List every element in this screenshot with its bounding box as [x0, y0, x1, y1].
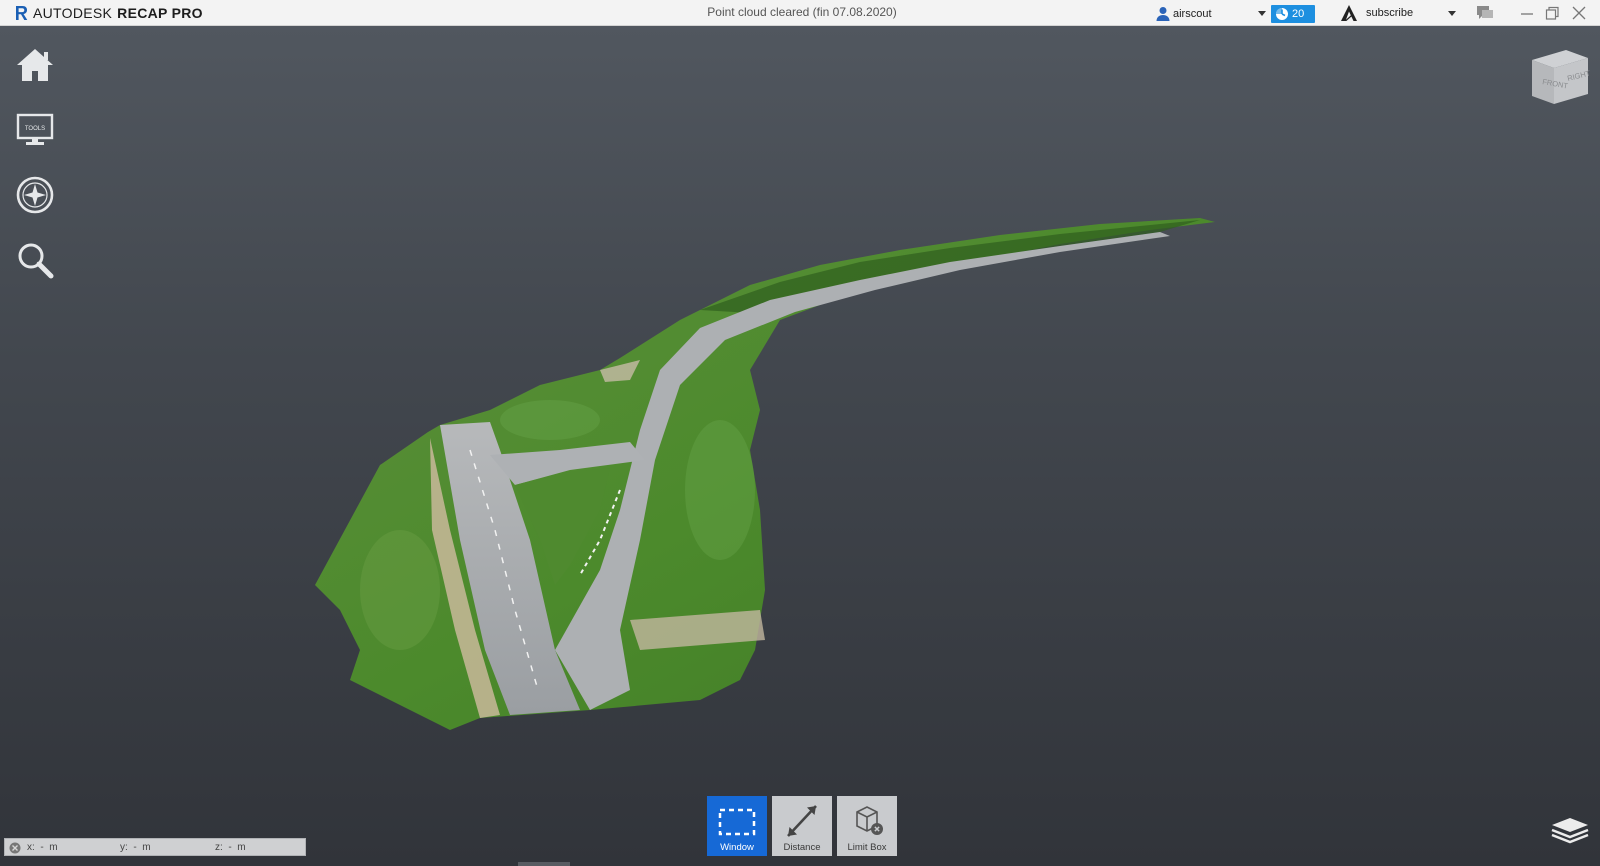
company-name: AUTODESK — [33, 5, 113, 21]
grass-highlight — [685, 420, 755, 560]
home-button[interactable] — [12, 42, 58, 88]
grass-highlight — [360, 530, 440, 650]
window-select-tool[interactable]: Window — [707, 796, 767, 856]
user-icon — [1156, 7, 1170, 21]
navigation-compass-icon — [16, 176, 54, 214]
subscribe-menu[interactable]: subscribe — [1340, 5, 1413, 21]
distance-label: Distance — [783, 842, 821, 853]
subscribe-label: subscribe — [1366, 7, 1414, 19]
taskbar-indicator — [518, 862, 570, 866]
recap-logo-icon — [16, 6, 28, 20]
subscribe-dropdown-arrow-icon[interactable] — [1448, 11, 1456, 16]
viewcube[interactable]: FRONT RIGHT — [1528, 44, 1590, 106]
home-icon — [17, 49, 53, 81]
coordinate-readout: x: - m y: - m z: - m — [4, 838, 306, 856]
limit-box-tool[interactable]: Limit Box — [837, 796, 897, 856]
restore-icon[interactable] — [1543, 4, 1561, 22]
user-name: airscout — [1173, 7, 1212, 20]
left-toolbar: TOOLS — [12, 42, 58, 302]
search-button[interactable] — [12, 237, 58, 283]
close-icon[interactable] — [1570, 4, 1588, 22]
limit-box-icon — [856, 806, 883, 835]
autodesk-a-icon — [1341, 5, 1357, 21]
navigation-button[interactable] — [12, 172, 58, 218]
display-tools-icon: TOOLS — [16, 113, 54, 145]
product-name: RECAP PRO — [117, 5, 203, 21]
coordinate-x: x: - m — [27, 842, 58, 853]
distance-tool[interactable]: Distance — [772, 796, 832, 856]
grass-highlight — [500, 400, 600, 440]
limit-box-label: Limit Box — [847, 842, 887, 853]
coordinate-z: z: - m — [215, 842, 246, 853]
user-account[interactable]: airscout — [1156, 6, 1212, 21]
document-title: Point cloud cleared (fin 07.08.2020) — [707, 5, 897, 19]
window-select-icon — [718, 808, 756, 836]
chat-icon[interactable] — [1476, 4, 1494, 22]
title-bar: AUTODESK RECAP PRO Point cloud cleared (… — [0, 0, 1600, 26]
layers-icon[interactable] — [1548, 810, 1592, 846]
distance-measure-icon — [787, 805, 817, 837]
trial-days-badge[interactable]: 20 — [1271, 5, 1315, 23]
bottom-toolbar: Window Distance Limit Box — [707, 796, 897, 856]
app-brand: AUTODESK RECAP PRO — [15, 4, 203, 22]
coordinate-y: y: - m — [120, 842, 151, 853]
display-settings-button[interactable]: TOOLS — [12, 107, 58, 153]
window-select-label: Window — [720, 842, 754, 853]
user-dropdown-arrow-icon[interactable] — [1258, 11, 1266, 16]
coordinate-close-icon[interactable] — [9, 842, 21, 854]
minimize-icon[interactable] — [1518, 4, 1536, 22]
display-tools-caption: TOOLS — [25, 126, 45, 132]
search-icon — [18, 243, 54, 279]
point-cloud-model[interactable] — [300, 210, 1240, 750]
clock-icon — [1276, 8, 1288, 20]
trial-days-count: 20 — [1292, 8, 1305, 20]
